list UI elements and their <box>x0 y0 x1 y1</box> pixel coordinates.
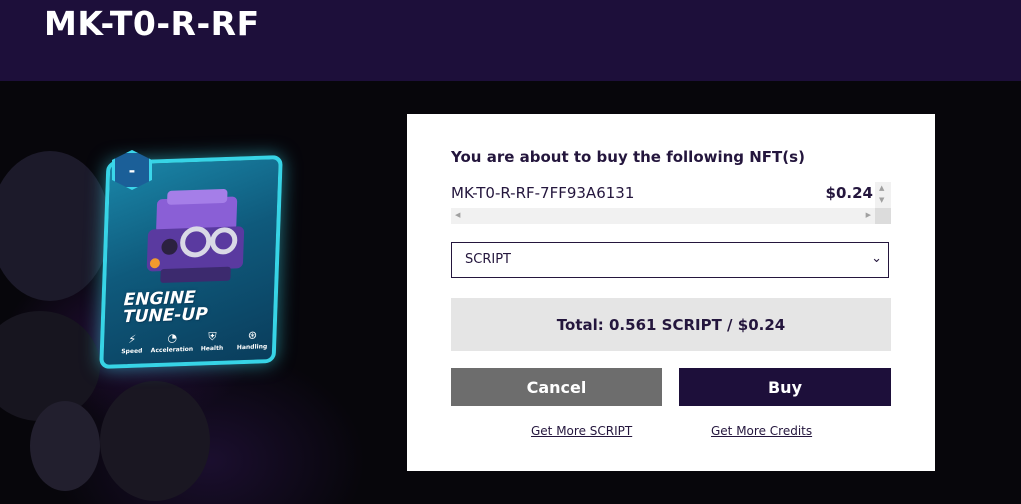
scroll-down-arrow-icon[interactable]: ▼ <box>879 196 884 204</box>
purchase-modal: You are about to buy the following NFT(s… <box>407 114 935 471</box>
total-box: Total: 0.561 SCRIPT / $0.24 <box>451 298 891 351</box>
nft-item-list[interactable]: MK-T0-R-RF-7FF93A6131 $0.24 ▲ ▼ ◀ ▶ <box>451 182 891 224</box>
scrollbar-corner <box>875 208 891 224</box>
shield-health-icon: ⛨ <box>208 329 217 344</box>
card-name: ENGINE TUNE-UP <box>122 287 274 328</box>
get-more-credits-link[interactable]: Get More Credits <box>711 424 812 438</box>
modal-heading: You are about to buy the following NFT(s… <box>451 148 805 166</box>
stat-label: Acceleration <box>150 345 194 355</box>
nft-item-price: $0.24 <box>825 184 873 202</box>
total-text: Total: 0.561 SCRIPT / $0.24 <box>556 315 786 334</box>
stat-label: Health <box>200 344 224 353</box>
asteroid <box>100 381 210 501</box>
gauge-icon: ◔ <box>167 331 178 345</box>
stat-handling: ⊛ Handling <box>232 329 273 362</box>
stat-health: ⛨ Health <box>191 330 232 363</box>
nft-card: ENGINE TUNE-UP ⚡ Speed ◔ Acceleration ⛨ … <box>95 150 285 370</box>
get-more-script-link[interactable]: Get More SCRIPT <box>531 424 632 438</box>
nft-item-name: MK-T0-R-RF-7FF93A6131 <box>451 184 635 202</box>
scroll-right-arrow-icon[interactable]: ▶ <box>866 211 871 219</box>
scroll-up-arrow-icon[interactable]: ▲ <box>879 184 884 192</box>
stat-label: Handling <box>236 343 268 352</box>
lightning-icon: ⚡ <box>128 332 137 347</box>
stat-label: Speed <box>121 347 143 356</box>
vertical-scrollbar[interactable]: ▲ ▼ <box>875 182 891 208</box>
page-header: MK-T0-R-RF <box>0 0 1021 81</box>
page-title: MK-T0-R-RF <box>44 4 260 43</box>
engine-illustration <box>146 188 245 283</box>
buy-button[interactable]: Buy <box>679 368 891 406</box>
stat-speed: ⚡ Speed <box>111 333 152 366</box>
currency-select-value: SCRIPT <box>465 252 511 267</box>
stat-acceleration: ◔ Acceleration <box>150 331 194 365</box>
cancel-button[interactable]: Cancel <box>451 368 662 406</box>
asteroid <box>0 151 110 301</box>
chevron-down-icon: ⌄ <box>871 251 882 266</box>
horizontal-scrollbar[interactable]: ◀ ▶ <box>451 208 875 224</box>
currency-select[interactable]: SCRIPT ⌄ <box>451 242 889 278</box>
asteroid <box>30 401 100 491</box>
steering-wheel-icon: ⊛ <box>247 328 258 342</box>
card-stats: ⚡ Speed ◔ Acceleration ⛨ Health ⊛ Handli… <box>111 329 272 367</box>
card-name-line2: TUNE-UP <box>122 304 209 328</box>
scroll-left-arrow-icon[interactable]: ◀ <box>455 211 460 219</box>
